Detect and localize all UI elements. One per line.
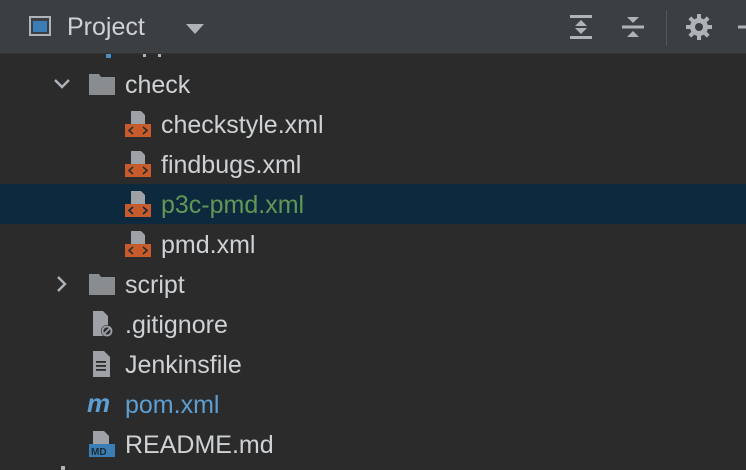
tree-item-label: findbugs.xml (161, 151, 302, 179)
tree-item-label: Jenkinsfile (125, 351, 242, 379)
toolbar-separator (666, 10, 667, 46)
tree-item-label: p3c-pmd.xml (161, 191, 305, 219)
tree-row-readme[interactable]: MD README.md (0, 424, 746, 464)
partial-item-icon (61, 466, 65, 470)
project-toolbar: Project (0, 0, 746, 54)
tree-item-label: README.md (125, 431, 274, 459)
folder-icon (89, 74, 115, 95)
xml-file-icon (125, 191, 151, 217)
gear-icon[interactable] (684, 12, 714, 42)
tree-row-pom[interactable]: m pom.xml (0, 384, 746, 424)
svg-text:m: m (87, 390, 110, 418)
tree-row-findbugs[interactable]: findbugs.xml (0, 144, 746, 184)
svg-text:MD: MD (91, 447, 107, 458)
tree-row-check[interactable]: check (0, 64, 746, 104)
markdown-file-icon: MD (89, 431, 115, 458)
tree-item-label: pom.xml (125, 391, 220, 419)
tree-row-p3c-pmd[interactable]: p3c-pmd.xml (0, 184, 746, 224)
tree-item-label: checkstyle.xml (161, 111, 324, 139)
collapse-all-icon[interactable] (618, 12, 648, 42)
tree-row-pmd[interactable]: pmd.xml (0, 224, 746, 264)
text-file-icon (93, 351, 110, 377)
dropdown-chevron-icon[interactable] (186, 24, 204, 34)
tree-row-script[interactable]: script (0, 264, 746, 304)
tree-row-gitignore[interactable]: .gitignore (0, 304, 746, 344)
xml-file-icon (125, 231, 151, 257)
project-view-icon (29, 16, 51, 36)
chevron-right-icon[interactable] (52, 274, 72, 294)
tree-row-jenkinsfile[interactable]: Jenkinsfile (0, 344, 746, 384)
panel-title[interactable]: Project (67, 12, 145, 42)
folder-icon (89, 274, 115, 295)
tree-item-label: .gitignore (125, 311, 228, 339)
tree-row-checkstyle[interactable]: checkstyle.xml (0, 104, 746, 144)
chevron-down-icon[interactable] (52, 74, 72, 94)
partial-item-icon (106, 54, 161, 58)
tree-item-label: script (125, 271, 185, 299)
xml-file-icon (125, 111, 151, 137)
ignore-file-icon (93, 311, 113, 337)
hide-icon[interactable] (736, 12, 746, 42)
expand-all-icon[interactable] (566, 12, 596, 42)
project-tree: check checkstyle.xml findbugs.xml p3c-pm… (0, 54, 746, 470)
maven-icon: m (87, 390, 110, 418)
xml-file-icon (125, 151, 151, 177)
tree-item-label: pmd.xml (161, 231, 256, 259)
tree-item-label: check (125, 71, 191, 99)
project-tool-window: Project check checkstyle.xml findbugs.xm… (0, 0, 746, 470)
